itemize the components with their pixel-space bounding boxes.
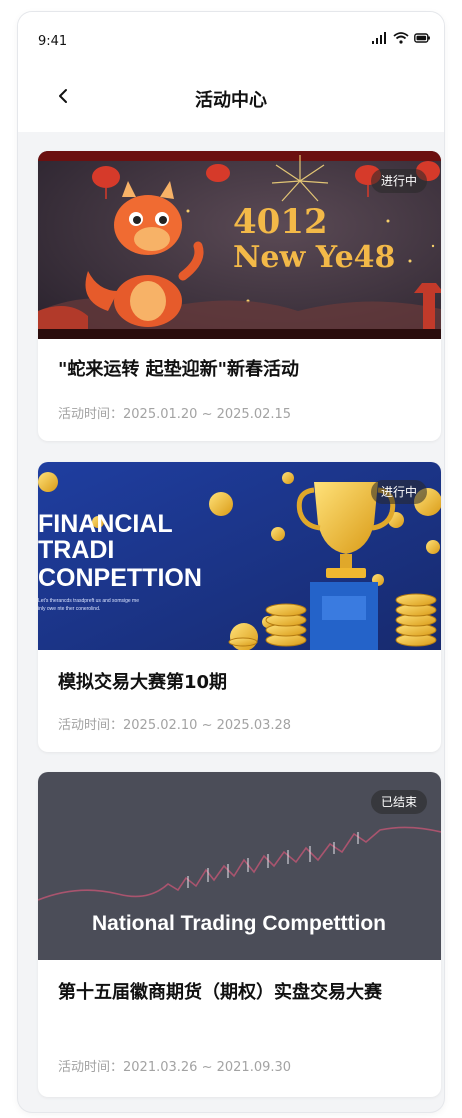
banner-line-1: FINANCIAL [38, 510, 173, 538]
status-icons [372, 32, 430, 44]
banner-line-1: National Trading Competttion [92, 912, 386, 935]
activity-banner-image: 4012 New Ye48 进行中 [38, 151, 441, 339]
activity-banner-image: FINANCIAL TRADI CONPETTION Let's theranc… [38, 462, 441, 650]
activity-card[interactable]: FINANCIAL TRADI CONPETTION Let's theranc… [38, 462, 441, 752]
activity-title: 模拟交易大赛第10期 [58, 672, 228, 693]
status-badge: 进行中 [370, 169, 427, 193]
banner-line-1: 4012 [233, 202, 328, 242]
banner-line-3: CONPETTION [38, 564, 202, 592]
activity-time-range: 2025.02.10 ~ 2025.03.28 [123, 718, 292, 733]
header: 9:41 活动中心 [18, 12, 444, 132]
banner-line-2: TRADI [38, 536, 114, 564]
status-badge: 进行中 [370, 480, 427, 504]
activity-time: 活动时间：2025.02.10 ~ 2025.03.28 [58, 714, 291, 733]
status-badge: 已结束 [370, 790, 427, 814]
activity-title: "蛇来运转 起垫迎新"新春活动 [58, 359, 300, 380]
activity-title: 第十五届徽商期货（期权）实盘交易大赛 [58, 982, 382, 1003]
activity-banner-image: National Trading Competttion 已结束 [38, 772, 441, 960]
banner-small-1: Let's therancds trasdpreft us and somsig… [38, 598, 139, 604]
activity-time-label: 活动时间： [58, 718, 124, 733]
activity-card[interactable]: National Trading Competttion 已结束 第十五届徽商期… [38, 772, 441, 1097]
activity-time: 活动时间：2025.01.20 ~ 2025.02.15 [58, 403, 291, 422]
banner-small-2: inly owe nte ther conerolind. [38, 606, 100, 612]
signal-icon [372, 32, 386, 44]
banner-line-2: New Ye48 [233, 240, 395, 275]
activity-time-range: 2025.01.20 ~ 2025.02.15 [123, 407, 292, 422]
activity-card[interactable]: 4012 New Ye48 进行中 "蛇来运转 起垫迎新"新春活动 活动时间：2… [38, 151, 441, 441]
status-time: 9:41 [38, 34, 68, 49]
phone-screen: 9:41 活动中心 4012 New Ye48 进行中 "蛇来运转 起垫迎新"新… [18, 12, 444, 1112]
battery-icon [414, 33, 430, 43]
activity-time-range: 2021.03.26 ~ 2021.09.30 [123, 1060, 292, 1075]
page-title: 活动中心 [195, 90, 267, 111]
activity-time-label: 活动时间： [58, 407, 124, 422]
wifi-icon [393, 32, 409, 44]
activity-time-label: 活动时间： [58, 1060, 124, 1075]
activity-time: 活动时间：2021.03.26 ~ 2021.09.30 [58, 1056, 291, 1075]
